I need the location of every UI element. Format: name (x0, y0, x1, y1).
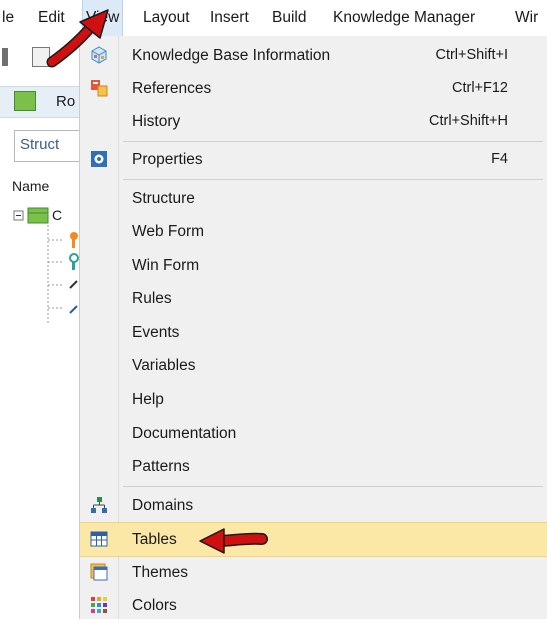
menu-item-documentation[interactable]: Documentation (80, 417, 547, 450)
colors-palette-icon (91, 597, 107, 613)
annotation-arrow-tables-icon (199, 528, 268, 554)
menu-item-patterns[interactable]: Patterns (80, 450, 547, 483)
structure-tab-label: Struct (20, 136, 60, 153)
menu-item-shortcut: Ctrl+Shift+H (429, 113, 508, 129)
menu-item-shortcut: Ctrl+F12 (451, 80, 508, 96)
menu-item-label: Knowledge Base Information (132, 47, 331, 64)
menu-item-label: Web Form (132, 223, 205, 240)
tree-root-label: C (52, 207, 62, 223)
menu-item-label: Events (132, 324, 180, 341)
menu-item-themes[interactable]: Themes (80, 556, 547, 589)
menu-item-label: Variables (132, 357, 196, 374)
references-icon (91, 80, 108, 97)
menu-item-colors[interactable]: Colors (80, 589, 547, 622)
menu-item-properties[interactable]: Properties F4 (80, 143, 547, 176)
tables-grid-icon (90, 531, 108, 547)
menu-item-domains[interactable]: Domains (80, 489, 547, 522)
menu-layout[interactable]: Layout (143, 0, 190, 36)
menu-item-label: References (132, 80, 212, 97)
themes-icon (90, 563, 108, 581)
menu-item-shortcut: Ctrl+Shift+I (435, 47, 508, 63)
menu-item-win-form[interactable]: Win Form (80, 249, 547, 282)
menu-separator (123, 486, 543, 487)
menu-window[interactable]: Wir (515, 0, 538, 36)
annotation-arrow-view-icon (46, 9, 109, 68)
menu-item-references[interactable]: References Ctrl+F12 (80, 72, 547, 105)
transaction-icon (14, 91, 36, 111)
menu-item-rules[interactable]: Rules (80, 282, 547, 315)
menu-item-structure[interactable]: Structure (80, 182, 547, 215)
menu-item-label: Colors (132, 597, 177, 614)
menu-item-label: Help (132, 391, 164, 408)
menu-item-shortcut: F4 (491, 151, 508, 167)
structure-tree: C (13, 207, 79, 325)
menu-separator (123, 179, 543, 180)
menu-item-web-form[interactable]: Web Form (80, 215, 547, 248)
menu-item-label: Rules (132, 290, 172, 307)
object-tab-label: Ro (56, 93, 76, 110)
menu-build[interactable]: Build (272, 0, 306, 36)
name-column-header: Name (12, 178, 50, 194)
menu-item-label: History (132, 113, 181, 130)
menu-item-help[interactable]: Help (80, 383, 547, 416)
menu-item-label: Structure (132, 190, 195, 207)
view-menu: Knowledge Base Information Ctrl+Shift+I … (79, 36, 547, 619)
menu-file[interactable]: le (2, 0, 14, 36)
menu-item-label: Win Form (132, 257, 200, 274)
menu-item-tables[interactable]: Tables (80, 522, 547, 557)
menu-item-knowledge-base-information[interactable]: Knowledge Base Information Ctrl+Shift+I (80, 39, 547, 72)
menu-item-label: Patterns (132, 458, 190, 475)
menu-knowledge-manager[interactable]: Knowledge Manager (333, 0, 475, 36)
menu-item-variables[interactable]: Variables (80, 349, 547, 382)
menu-item-label: Tables (132, 531, 177, 548)
menu-item-label: Documentation (132, 425, 237, 442)
menu-item-label: Domains (132, 497, 194, 514)
toolbar-grip-icon (2, 48, 8, 66)
menu-item-history[interactable]: History Ctrl+Shift+H (80, 105, 547, 138)
domains-icon (91, 497, 107, 513)
menu-insert[interactable]: Insert (210, 0, 249, 36)
menu-item-label: Themes (132, 564, 188, 581)
menu-item-label: Properties (132, 151, 203, 168)
menu-item-events[interactable]: Events (80, 316, 547, 349)
properties-gear-icon (91, 151, 107, 167)
menu-separator (123, 141, 543, 142)
